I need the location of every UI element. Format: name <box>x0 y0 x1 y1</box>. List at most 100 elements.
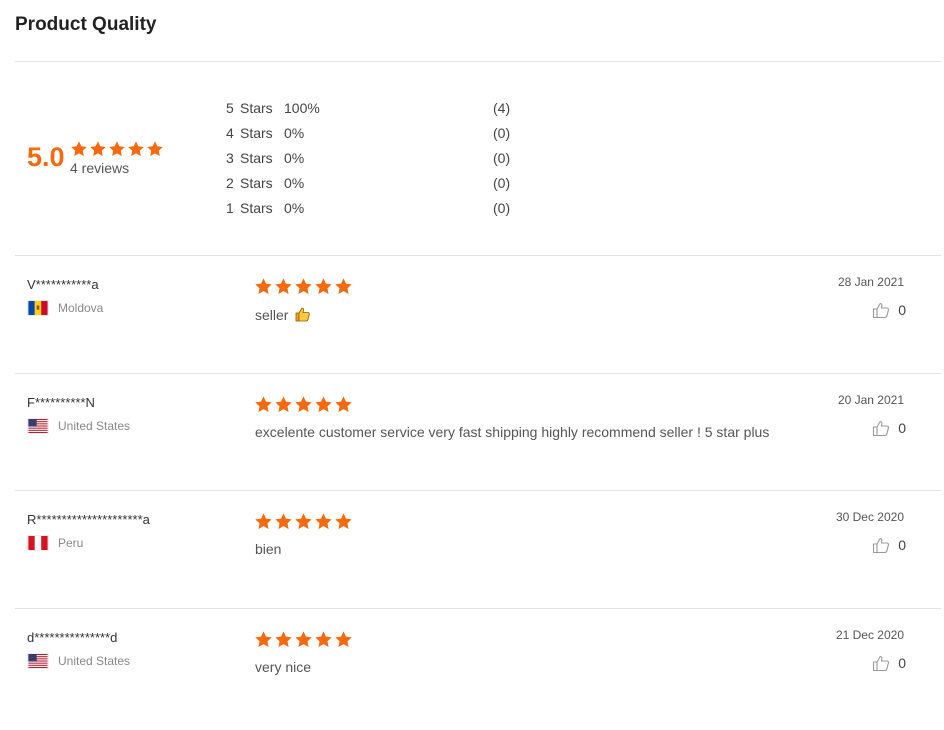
helpful-count: 0 <box>898 537 906 553</box>
moldova-flag-icon <box>27 300 49 316</box>
star-icon <box>255 278 272 294</box>
star-breakdown-row-4[interactable]: 4 Stars 0% (0) <box>226 123 526 143</box>
country-name: Moldova <box>58 301 104 315</box>
star-percent: 0% <box>284 175 305 191</box>
star-count: (0) <box>493 150 511 166</box>
divider <box>15 373 941 374</box>
review-date: 30 Dec 2020 <box>835 510 904 524</box>
star-level: 3 <box>226 150 234 166</box>
star-level: 2 <box>226 175 234 191</box>
star-percent: 100% <box>284 100 320 116</box>
us-flag-icon <box>27 418 49 434</box>
average-score: 5.0 <box>27 142 65 172</box>
star-count: (0) <box>493 200 511 216</box>
review-rating-stars <box>254 277 353 301</box>
thumbs-up-emoji-icon <box>295 307 311 322</box>
review-date: 28 Jan 2021 <box>837 275 904 289</box>
helpful-button[interactable]: 0 <box>872 419 906 437</box>
divider <box>15 490 941 491</box>
reviewer-name: R*********************a <box>27 512 150 527</box>
star-percent: 0% <box>284 150 305 166</box>
helpful-button[interactable]: 0 <box>872 536 906 554</box>
star-icon <box>275 631 292 647</box>
star-icon <box>315 396 332 412</box>
star-icon <box>71 141 87 157</box>
star-icon <box>335 278 352 294</box>
reviewer-country: Moldova <box>27 299 103 317</box>
us-flag-icon <box>27 653 49 669</box>
thumbs-up-icon[interactable] <box>872 419 890 437</box>
review-rating-stars <box>254 630 353 654</box>
review-text-content: seller <box>255 307 289 323</box>
review-rating-stars <box>254 512 353 536</box>
star-icon <box>255 631 272 647</box>
divider <box>15 608 941 609</box>
thumbs-up-icon[interactable] <box>872 654 890 672</box>
review-item: F**********N United States excelente cus… <box>0 393 944 495</box>
divider <box>15 255 941 256</box>
helpful-count: 0 <box>898 420 906 436</box>
star-icon <box>255 396 272 412</box>
star-percent: 0% <box>284 125 305 141</box>
star-icon <box>315 278 332 294</box>
star-icon <box>335 631 352 647</box>
review-item: R*********************a Peru bien 30 Dec… <box>0 510 944 612</box>
star-count: (0) <box>493 175 511 191</box>
star-icon <box>128 141 144 157</box>
peru-flag-icon <box>27 535 49 551</box>
country-name: United States <box>58 419 131 433</box>
reviewer-name: F**********N <box>27 395 95 410</box>
review-date: 20 Jan 2021 <box>837 393 904 407</box>
star-breakdown-row-1[interactable]: 1 Stars 0% (0) <box>226 198 526 218</box>
star-breakdown-row-3[interactable]: 3 Stars 0% (0) <box>226 148 526 168</box>
review-text: seller <box>255 306 311 323</box>
review-item: V***********a Moldova seller 28 Jan 2021… <box>0 275 944 377</box>
review-text: very nice <box>255 659 312 675</box>
helpful-count: 0 <box>898 655 906 671</box>
star-icon <box>295 513 312 529</box>
section-title: Product Quality <box>15 14 157 35</box>
star-icon <box>295 631 312 647</box>
star-icon <box>315 513 332 529</box>
star-percent: 0% <box>284 200 305 216</box>
star-icon <box>295 278 312 294</box>
country-name: Peru <box>58 536 84 550</box>
star-label: Stars <box>240 175 273 191</box>
helpful-button[interactable]: 0 <box>872 654 906 672</box>
reviewer-country: United States <box>27 652 130 670</box>
star-icon <box>147 141 163 157</box>
reviewer-country: United States <box>27 417 130 435</box>
star-icon <box>335 513 352 529</box>
review-rating-stars <box>254 395 353 419</box>
star-count: (0) <box>493 125 511 141</box>
star-icon <box>295 396 312 412</box>
divider <box>15 61 941 62</box>
star-icon <box>275 278 292 294</box>
star-label: Stars <box>240 150 273 166</box>
helpful-count: 0 <box>898 302 906 318</box>
star-icon <box>335 396 352 412</box>
review-count: 4 reviews <box>70 160 130 176</box>
reviewer-name: d***************d <box>27 630 118 645</box>
star-icon <box>275 396 292 412</box>
star-level: 4 <box>226 125 234 141</box>
star-breakdown-row-2[interactable]: 2 Stars 0% (0) <box>226 173 526 193</box>
star-level: 5 <box>226 100 234 116</box>
star-count: (4) <box>493 100 511 116</box>
thumbs-up-icon[interactable] <box>872 301 890 319</box>
review-text: excelente customer service very fast shi… <box>255 424 770 440</box>
star-icon <box>255 513 272 529</box>
reviewer-name: V***********a <box>27 277 99 292</box>
star-icon <box>315 631 332 647</box>
helpful-button[interactable]: 0 <box>872 301 906 319</box>
thumbs-up-icon[interactable] <box>872 536 890 554</box>
reviewer-country: Peru <box>27 534 83 552</box>
review-text: bien <box>255 541 282 557</box>
review-date: 21 Dec 2020 <box>835 628 904 642</box>
star-label: Stars <box>240 125 273 141</box>
star-icon <box>275 513 292 529</box>
star-label: Stars <box>240 200 273 216</box>
star-breakdown-row-5[interactable]: 5 Stars 100% (4) <box>226 98 526 118</box>
star-icon <box>90 141 106 157</box>
star-level: 1 <box>226 200 234 216</box>
